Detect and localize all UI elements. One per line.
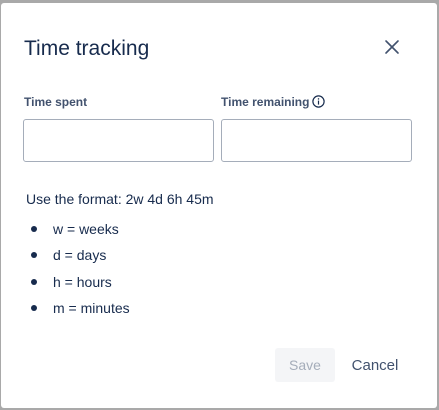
unit-hours: h = hours	[53, 273, 112, 290]
save-button[interactable]: Save	[275, 348, 335, 382]
time-spent-label: Time spent	[24, 94, 87, 110]
time-remaining-input[interactable]	[221, 119, 412, 162]
bullet-icon	[31, 226, 37, 232]
info-icon[interactable]	[312, 95, 326, 108]
time-remaining-label: Time remaining	[221, 94, 326, 110]
list-item: m = minutes	[26, 299, 130, 325]
time-spent-input[interactable]	[23, 119, 214, 162]
close-button[interactable]	[379, 34, 405, 60]
cancel-button[interactable]: Cancel	[342, 348, 408, 382]
unit-weeks: w = weeks	[53, 221, 119, 237]
list-item: d = days	[26, 246, 130, 272]
dialog-title: Time tracking	[24, 37, 150, 60]
bullet-icon	[31, 304, 37, 311]
unit-days: d = days	[53, 247, 107, 264]
unit-list: w = weeks d = days h = hours m = minutes	[26, 220, 130, 325]
format-hint: Use the format: 2w 4d 6h 45m	[26, 191, 214, 207]
time-remaining-label-text: Time remaining	[221, 95, 310, 109]
close-icon	[385, 40, 399, 54]
unit-minutes: m = minutes	[53, 299, 130, 316]
list-item: h = hours	[26, 273, 130, 299]
list-item: w = weeks	[26, 220, 130, 246]
time-tracking-dialog: Time tracking Time spent Time remaining …	[1, 3, 437, 408]
bullet-icon	[31, 252, 37, 259]
bullet-icon	[31, 278, 37, 285]
time-spent-label-text: Time spent	[24, 95, 88, 109]
